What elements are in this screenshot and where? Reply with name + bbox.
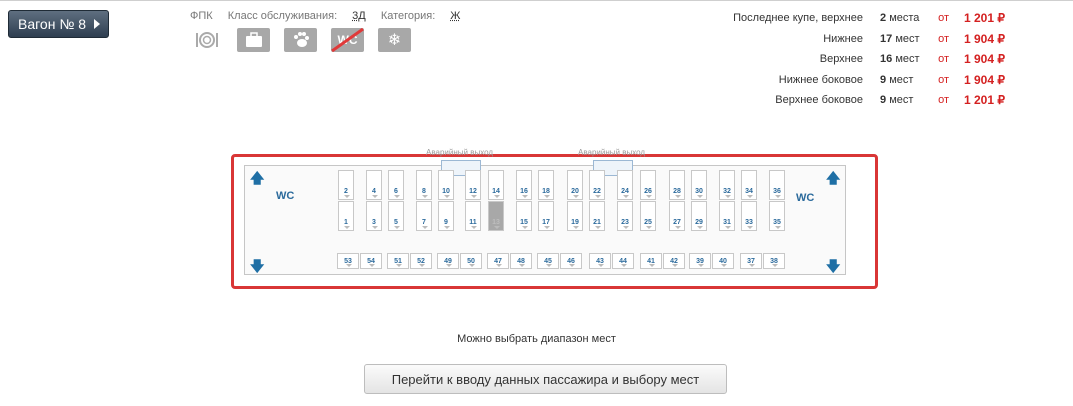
seat-lower-33[interactable]: 33 (741, 201, 757, 231)
seat-lower-29[interactable]: 29 (691, 201, 707, 231)
seat-upper-16[interactable]: 16 (516, 170, 532, 200)
seat-side-47[interactable]: 47 (487, 253, 509, 269)
arrow-down-icon: 🡇 (250, 258, 265, 274)
snowflake-icon: ❄ (387, 32, 402, 49)
seat-upper-12[interactable]: 12 (465, 170, 481, 200)
seat-upper-10[interactable]: 10 (438, 170, 454, 200)
seat-lower-9[interactable]: 9 (438, 201, 454, 231)
seat-lower-27[interactable]: 27 (669, 201, 685, 231)
carrier-name: ФПК (190, 10, 213, 22)
seat-upper-14[interactable]: 14 (488, 170, 504, 200)
seat-side-50[interactable]: 50 (460, 253, 482, 269)
seat-lower-11[interactable]: 11 (465, 201, 481, 231)
price-table: Последнее купе, верхнее 2 места от 1 201… (633, 8, 1005, 111)
wagon-meta: ФПК Класс обслуживания: 3Д Категория: Ж (190, 10, 472, 22)
meal-icon[interactable] (190, 28, 223, 52)
seat-side-42[interactable]: 42 (663, 253, 685, 269)
no-wc-icon[interactable]: WC (331, 28, 364, 52)
seat-side-43[interactable]: 43 (589, 253, 611, 269)
arrow-up-icon: 🡅 (250, 170, 265, 186)
arrow-up-icon: 🡅 (826, 170, 841, 186)
seat-upper-32[interactable]: 32 (719, 170, 735, 200)
wagon-label: Вагон № 8 (18, 16, 87, 32)
seat-side-48[interactable]: 48 (510, 253, 532, 269)
wc-label: WC (796, 192, 815, 204)
seat-lower-21[interactable]: 21 (589, 201, 605, 231)
play-arrow-icon (94, 19, 101, 29)
wagon-category: Категория: Ж (380, 10, 461, 22)
price-row: Нижнее 17 мест от 1 904 ₽ (823, 31, 1005, 46)
seat-side-45[interactable]: 45 (537, 253, 559, 269)
train-seat-page: Вагон № 8 ФПК Класс обслуживания: 3Д Кате… (0, 0, 1073, 406)
seat-upper-2[interactable]: 2 (338, 170, 354, 200)
seat-lower-13: 13 (488, 201, 504, 231)
seat-side-44[interactable]: 44 (612, 253, 634, 269)
seat-upper-8[interactable]: 8 (416, 170, 432, 200)
seat-lower-5[interactable]: 5 (388, 201, 404, 231)
services-icons: WC ❄ (190, 28, 425, 52)
wagon-selector-button[interactable]: Вагон № 8 (8, 10, 109, 38)
wc-label: WC (276, 190, 295, 202)
seat-upper-22[interactable]: 22 (589, 170, 605, 200)
seat-side-49[interactable]: 49 (437, 253, 459, 269)
seat-upper-36[interactable]: 36 (769, 170, 785, 200)
seat-upper-20[interactable]: 20 (567, 170, 583, 200)
seat-lower-17[interactable]: 17 (538, 201, 554, 231)
seat-lower-3[interactable]: 3 (366, 201, 382, 231)
seat-lower-15[interactable]: 15 (516, 201, 532, 231)
seat-upper-4[interactable]: 4 (366, 170, 382, 200)
price-row: Верхнее 16 мест от 1 904 ₽ (819, 52, 1005, 67)
seat-upper-24[interactable]: 24 (617, 170, 633, 200)
seat-side-54[interactable]: 54 (360, 253, 382, 269)
seat-upper-26[interactable]: 26 (640, 170, 656, 200)
pet-icon[interactable] (284, 28, 317, 52)
seat-side-38[interactable]: 38 (763, 253, 785, 269)
seat-lower-35[interactable]: 35 (769, 201, 785, 231)
seat-upper-30[interactable]: 30 (691, 170, 707, 200)
seat-side-40[interactable]: 40 (712, 253, 734, 269)
seat-side-51[interactable]: 51 (387, 253, 409, 269)
seat-lower-31[interactable]: 31 (719, 201, 735, 231)
service-class: Класс обслуживания: 3Д (227, 10, 366, 22)
luggage-icon[interactable] (237, 28, 270, 52)
emergency-exit-label: Аварийный выход (578, 148, 646, 157)
seat-upper-6[interactable]: 6 (388, 170, 404, 200)
seat-lower-7[interactable]: 7 (416, 201, 432, 231)
seat-lower-19[interactable]: 19 (567, 201, 583, 231)
price-row: Нижнее боковое 9 мест от 1 904 ₽ (778, 72, 1005, 87)
price-row: Последнее купе, верхнее 2 места от 1 201… (733, 11, 1005, 26)
seat-side-39[interactable]: 39 (689, 253, 711, 269)
seat-lower-1[interactable]: 1 (338, 201, 354, 231)
seat-side-53[interactable]: 53 (337, 253, 359, 269)
air-conditioning-icon[interactable]: ❄ (378, 28, 411, 52)
top-divider (0, 0, 1073, 1)
arrow-down-icon: 🡇 (826, 258, 841, 274)
seat-upper-18[interactable]: 18 (538, 170, 554, 200)
emergency-exit-label: Аварийный выход (426, 148, 494, 157)
seat-side-41[interactable]: 41 (640, 253, 662, 269)
price-row: Верхнее боковое 9 мест от 1 201 ₽ (775, 93, 1005, 108)
range-hint: Можно выбрать диапазон мест (457, 333, 616, 345)
seat-upper-34[interactable]: 34 (741, 170, 757, 200)
seat-lower-23[interactable]: 23 (617, 201, 633, 231)
seat-lower-25[interactable]: 25 (640, 201, 656, 231)
go-to-passenger-data-button[interactable]: Перейти к вводу данных пассажира и выбор… (364, 364, 727, 394)
seat-side-52[interactable]: 52 (410, 253, 432, 269)
seat-upper-28[interactable]: 28 (669, 170, 685, 200)
seat-side-37[interactable]: 37 (740, 253, 762, 269)
seat-side-46[interactable]: 46 (560, 253, 582, 269)
